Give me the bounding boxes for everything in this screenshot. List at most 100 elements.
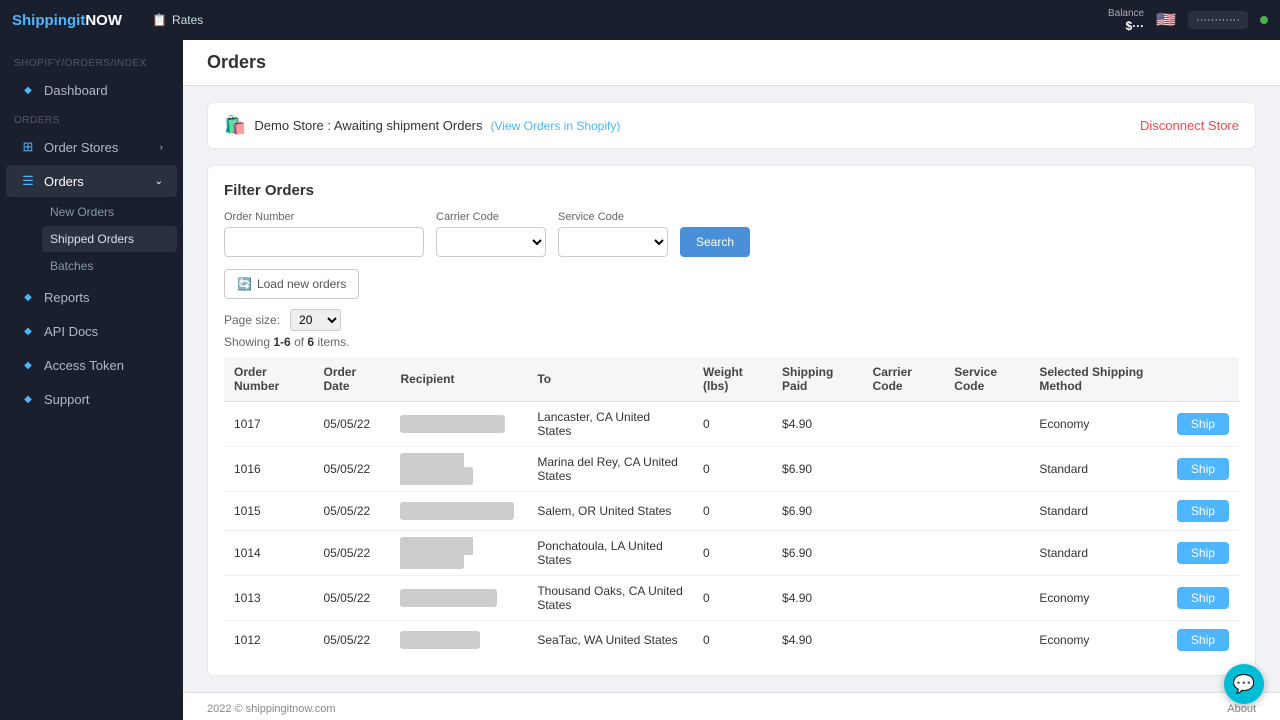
orders-icon: ☰ — [20, 173, 36, 189]
carrier-code-select[interactable] — [436, 227, 546, 257]
filter-row: Order Number Carrier Code Service Code S… — [224, 211, 1239, 257]
cell-order-date: 05/05/22 — [314, 492, 391, 531]
col-weight: Weight (lbs) — [693, 357, 772, 402]
cell-service-code — [944, 402, 1029, 447]
sidebar-item-reports[interactable]: ◆ Reports — [6, 281, 177, 313]
cell-shipping-paid: $4.90 — [772, 576, 863, 621]
cell-weight: 0 — [693, 621, 772, 660]
ship-button[interactable]: Ship — [1177, 500, 1229, 522]
cell-carrier-code — [863, 531, 945, 576]
footer-about-link[interactable]: About — [1227, 703, 1256, 715]
ship-button[interactable]: Ship — [1177, 629, 1229, 651]
brand-logo[interactable]: ShippingitNOW — [12, 12, 122, 29]
cell-weight: 0 — [693, 402, 772, 447]
load-new-orders-button[interactable]: 🔄 Load new orders — [224, 269, 359, 299]
cell-service-code — [944, 492, 1029, 531]
page-title: Orders — [207, 52, 1256, 73]
chat-button[interactable]: 💬 — [1224, 664, 1264, 704]
sidebar-item-batches[interactable]: Batches — [42, 253, 177, 279]
filter-title: Filter Orders — [224, 182, 1239, 199]
ship-button[interactable]: Ship — [1177, 413, 1229, 435]
sidebar-item-support[interactable]: ◆ Support — [6, 383, 177, 415]
cell-service-code — [944, 447, 1029, 492]
user-badge[interactable]: ············ — [1188, 11, 1248, 29]
cell-recipient: ████ ████ — [390, 621, 527, 660]
table-row: 1016 05/05/22 ███████ ████████ Marina de… — [224, 447, 1239, 492]
cell-order-date: 05/05/22 — [314, 621, 391, 660]
sidebar-item-api-docs[interactable]: ◆ API Docs — [6, 315, 177, 347]
online-indicator — [1260, 16, 1268, 24]
cell-action: Ship — [1167, 531, 1239, 576]
rates-tab-icon: 📋 — [152, 13, 167, 27]
cell-shipping-method: Economy — [1029, 576, 1167, 621]
cell-order-number: 1016 — [224, 447, 314, 492]
ship-button[interactable]: Ship — [1177, 587, 1229, 609]
rates-tab-label: Rates — [172, 13, 203, 27]
cell-action: Ship — [1167, 447, 1239, 492]
sidebar-shipped-orders-label: Shipped Orders — [50, 232, 134, 246]
col-carrier-code: Carrier Code — [863, 357, 945, 402]
cell-recipient: ████████ ███████ — [390, 531, 527, 576]
sidebar-item-orders[interactable]: ☰ Orders ⌄ — [6, 165, 177, 197]
footer-copyright: 2022 © shippingitnow.com — [207, 703, 336, 715]
reports-icon: ◆ — [20, 289, 36, 305]
cell-shipping-method: Economy — [1029, 621, 1167, 660]
showing-range: 1-6 — [273, 335, 290, 349]
order-number-input[interactable] — [224, 227, 424, 257]
cell-recipient: ███████ ████████ — [390, 447, 527, 492]
sidebar-new-orders-label: New Orders — [50, 205, 114, 219]
cell-service-code — [944, 621, 1029, 660]
service-code-field: Service Code — [558, 211, 668, 257]
service-code-label: Service Code — [558, 211, 668, 223]
sidebar-item-access-token[interactable]: ◆ Access Token — [6, 349, 177, 381]
order-stores-icon: ⊞ — [20, 139, 36, 155]
rates-tab[interactable]: 📋 Rates — [142, 9, 213, 31]
col-shipping-paid: Shipping Paid — [772, 357, 863, 402]
cell-order-number: 1017 — [224, 402, 314, 447]
main-content-area: Orders 🛍️ Demo Store : Awaiting shipment… — [183, 40, 1280, 720]
cell-to: Lancaster, CA United States — [527, 402, 693, 447]
page-size-select[interactable]: 10 20 50 100 — [290, 309, 341, 331]
cell-order-date: 05/05/22 — [314, 447, 391, 492]
cell-shipping-method: Standard — [1029, 531, 1167, 576]
col-recipient: Recipient — [390, 357, 527, 402]
table-row: 1013 05/05/22 ████ ██████ Thousand Oaks,… — [224, 576, 1239, 621]
balance-value: $··· — [1108, 19, 1144, 33]
support-icon: ◆ — [20, 391, 36, 407]
sidebar-api-docs-label: API Docs — [44, 324, 98, 339]
balance-label: Balance — [1108, 8, 1144, 19]
view-orders-shopify-link[interactable]: (View Orders in Shopify) — [491, 119, 621, 133]
cell-shipping-method: Standard — [1029, 492, 1167, 531]
service-code-select[interactable] — [558, 227, 668, 257]
cell-action: Ship — [1167, 492, 1239, 531]
search-button[interactable]: Search — [680, 227, 750, 257]
cell-recipient: ██████ ██████ — [390, 492, 527, 531]
cell-service-code — [944, 531, 1029, 576]
cell-shipping-paid: $6.90 — [772, 531, 863, 576]
topnav-right: Balance $··· 🇺🇸 ············ — [1108, 8, 1268, 33]
cell-recipient: ████ ███████ — [390, 402, 527, 447]
table-meta: Page size: 10 20 50 100 — [224, 309, 1239, 331]
dashboard-icon: ◆ — [20, 82, 36, 98]
table-row: 1015 05/05/22 ██████ ██████ Salem, OR Un… — [224, 492, 1239, 531]
sidebar-item-order-stores[interactable]: ⊞ Order Stores › — [6, 131, 177, 163]
disconnect-store-link[interactable]: Disconnect Store — [1140, 118, 1239, 133]
showing-text: Showing 1-6 of 6 items. — [224, 335, 1239, 349]
ship-button[interactable]: Ship — [1177, 542, 1229, 564]
cell-order-date: 05/05/22 — [314, 531, 391, 576]
col-order-number: Order Number — [224, 357, 314, 402]
order-number-label: Order Number — [224, 211, 424, 223]
ship-button[interactable]: Ship — [1177, 458, 1229, 480]
cell-carrier-code — [863, 492, 945, 531]
cell-to: SeaTac, WA United States — [527, 621, 693, 660]
cell-order-number: 1014 — [224, 531, 314, 576]
sidebar-item-dashboard[interactable]: ◆ Dashboard — [6, 74, 177, 106]
col-action — [1167, 357, 1239, 402]
flag-icon[interactable]: 🇺🇸 — [1156, 10, 1176, 30]
cell-carrier-code — [863, 447, 945, 492]
col-order-date: Order Date — [314, 357, 391, 402]
cell-weight: 0 — [693, 492, 772, 531]
sidebar-item-shipped-orders[interactable]: Shipped Orders — [42, 226, 177, 252]
sidebar-item-new-orders[interactable]: New Orders — [42, 199, 177, 225]
cell-weight: 0 — [693, 531, 772, 576]
